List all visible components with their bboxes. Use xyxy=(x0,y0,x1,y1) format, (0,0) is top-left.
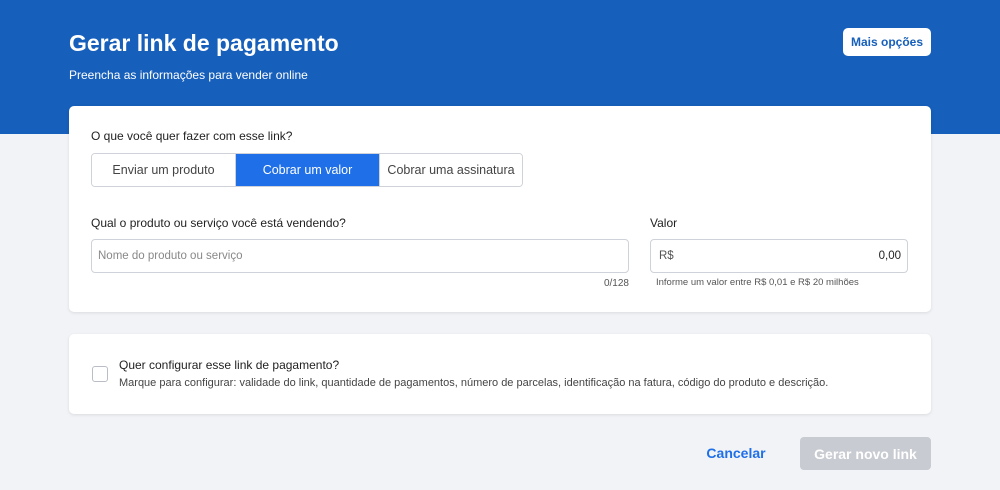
link-type-option-subscription[interactable]: Cobrar uma assinatura xyxy=(380,154,522,186)
amount-label: Valor xyxy=(650,216,678,230)
configure-link-checkbox[interactable] xyxy=(92,366,108,382)
more-options-button[interactable]: Mais opções xyxy=(843,28,931,56)
config-card: Quer configurar esse link de pagamento? … xyxy=(69,334,931,414)
page-subtitle: Preencha as informações para vender onli… xyxy=(69,68,308,82)
amount-input[interactable]: R$ 0,00 xyxy=(650,239,908,273)
payment-link-form-card: O que você quer fazer com esse link? Env… xyxy=(69,106,931,312)
config-title: Quer configurar esse link de pagamento? xyxy=(119,358,340,372)
link-type-question: O que você quer fazer com esse link? xyxy=(91,129,293,143)
config-description: Marque para configurar: validade do link… xyxy=(119,377,829,389)
link-type-option-send-product[interactable]: Enviar um produto xyxy=(92,154,236,186)
currency-prefix: R$ xyxy=(659,250,674,262)
cancel-button[interactable]: Cancelar xyxy=(696,437,776,469)
amount-hint: Informe um valor entre R$ 0,01 e R$ 20 m… xyxy=(656,277,859,288)
link-type-selector: Enviar um produto Cobrar um valor Cobrar… xyxy=(91,153,523,187)
product-name-input[interactable] xyxy=(91,239,629,273)
link-type-option-charge-value[interactable]: Cobrar um valor xyxy=(236,154,380,186)
product-char-counter: 0/128 xyxy=(603,278,629,289)
product-label: Qual o produto ou serviço você está vend… xyxy=(91,216,346,230)
generate-link-button[interactable]: Gerar novo link xyxy=(800,437,931,470)
amount-value: 0,00 xyxy=(878,250,901,262)
page-title: Gerar link de pagamento xyxy=(69,30,339,56)
